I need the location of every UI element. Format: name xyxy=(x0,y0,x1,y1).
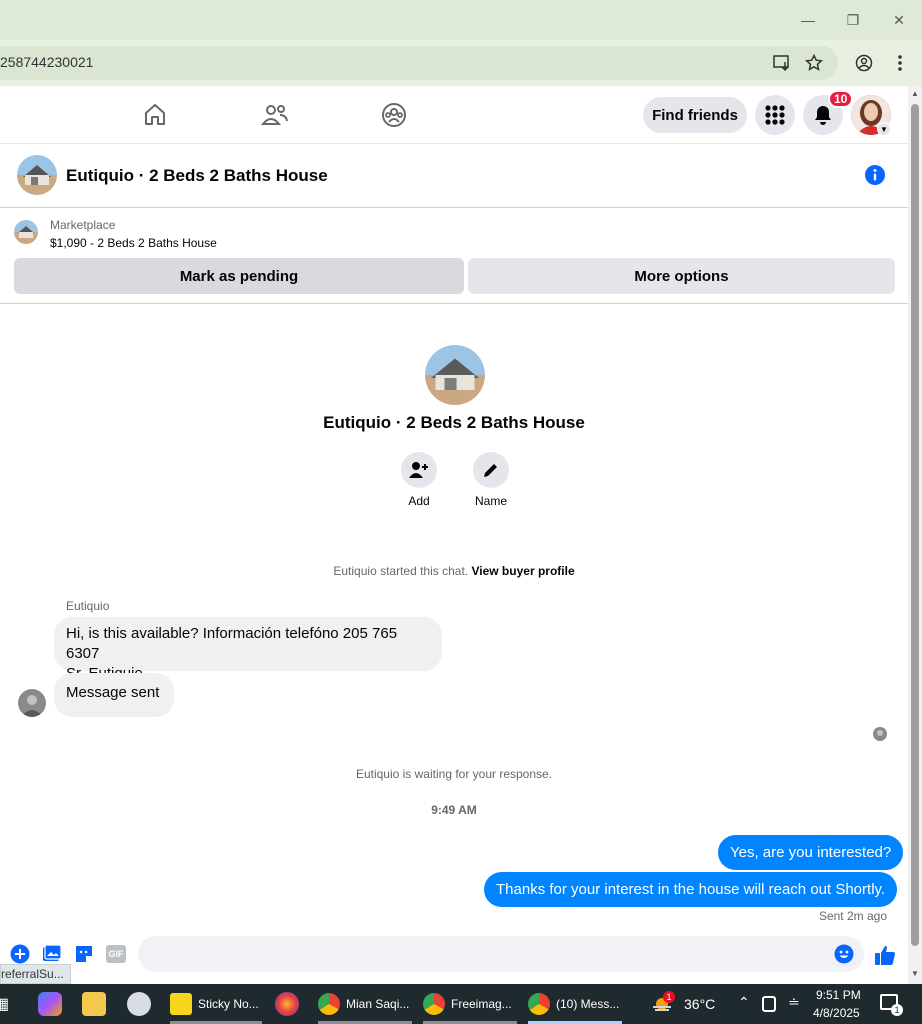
copilot-icon[interactable] xyxy=(38,992,62,1016)
status-bar-tooltip: referralSu... xyxy=(0,964,71,984)
emoji-icon[interactable] xyxy=(834,944,854,964)
scroll-up-icon[interactable]: ▲ xyxy=(911,90,919,98)
chrome-icon xyxy=(528,993,550,1015)
clock-date[interactable]: 4/8/2025 xyxy=(813,1006,860,1020)
url-field[interactable] xyxy=(0,46,838,80)
install-app-icon[interactable] xyxy=(770,51,794,75)
sent-status: Sent 2m ago xyxy=(818,909,887,923)
bell-icon xyxy=(815,106,831,125)
mark-as-pending-button[interactable]: Mark as pending xyxy=(14,258,464,294)
incoming-message[interactable]: Hi, is this available? Información telef… xyxy=(54,617,442,682)
sender-name: Eutiquio xyxy=(66,599,110,613)
name-label: Name xyxy=(474,494,507,508)
taskbar-app-chrome-3[interactable]: (10) Mess... xyxy=(528,984,622,1024)
chat-title[interactable]: Eutiquio · 2 Beds 2 Baths House xyxy=(66,166,328,186)
taskbar-app-sticky-notes[interactable]: Sticky No... xyxy=(170,984,262,1024)
plus-circle-icon[interactable] xyxy=(10,944,30,964)
chat-started-notice: Eutiquio started this chat. View buyer p… xyxy=(333,564,575,578)
chrome-icon xyxy=(318,993,340,1015)
sticky-notes-icon xyxy=(170,993,192,1015)
photo-icon[interactable] xyxy=(42,944,62,964)
clock-time[interactable]: 9:51 PM xyxy=(816,988,861,1002)
grid-icon xyxy=(765,105,785,125)
chat-avatar[interactable] xyxy=(17,155,57,195)
close-icon[interactable]: ✕ xyxy=(884,8,914,32)
thumbs-up-icon[interactable] xyxy=(874,944,896,966)
windows-taskbar: ▦ Sticky No... Mian Saqi... Freeimag... … xyxy=(0,984,922,1024)
file-explorer-icon[interactable] xyxy=(82,992,106,1016)
weather-temperature[interactable]: 36°C xyxy=(684,996,715,1012)
outgoing-message[interactable]: Thanks for your interest in the house wi… xyxy=(484,872,898,907)
add-person-icon xyxy=(409,462,428,478)
chrome-icon xyxy=(423,993,445,1015)
firefox-icon[interactable] xyxy=(275,992,299,1016)
notification-badge: 10 xyxy=(828,90,854,108)
widgets-icon[interactable]: ▦ xyxy=(0,994,10,1018)
listing-title[interactable]: $1,090 - 2 Beds 2 Baths House xyxy=(50,236,217,250)
window-titlebar: — ❐ ✕ xyxy=(0,0,922,40)
scroll-down-icon[interactable]: ▼ xyxy=(911,970,919,978)
view-buyer-profile-link[interactable]: View buyer profile xyxy=(471,564,574,578)
restore-icon[interactable]: ❐ xyxy=(838,8,868,32)
page-scrollbar[interactable]: ▲ ▼ xyxy=(908,86,922,984)
message-timestamp: 9:49 AM xyxy=(431,803,477,817)
profile-icon[interactable] xyxy=(852,51,876,75)
wifi-icon[interactable]: ≐ xyxy=(788,994,800,1011)
sender-avatar[interactable] xyxy=(18,689,46,717)
menu-grid-button[interactable] xyxy=(755,95,795,135)
notification-center-badge: 1 xyxy=(891,1004,903,1016)
more-menu-icon[interactable] xyxy=(888,51,912,75)
gif-icon[interactable]: GIF xyxy=(106,944,126,964)
minimize-icon[interactable]: — xyxy=(793,8,823,32)
taskbar-app-chrome-1[interactable]: Mian Saqi... xyxy=(318,984,412,1024)
groups-icon[interactable] xyxy=(379,100,409,130)
friends-icon[interactable] xyxy=(260,100,290,130)
read-receipt-avatar xyxy=(873,727,887,741)
outgoing-message[interactable]: Yes, are you interested? xyxy=(718,835,904,870)
weather-badge: 1 xyxy=(663,991,675,1003)
bookmark-star-icon[interactable] xyxy=(802,51,826,75)
marketplace-label: Marketplace xyxy=(50,218,116,232)
add-label: Add xyxy=(408,494,430,508)
url-text[interactable]: 258744230021 xyxy=(0,54,93,70)
facebook-top-nav: Find friends 10 ▼ xyxy=(0,86,908,144)
chat-header: Eutiquio · 2 Beds 2 Baths House xyxy=(0,144,908,208)
tray-device-icon[interactable] xyxy=(762,996,776,1012)
paint-icon[interactable] xyxy=(127,992,151,1016)
address-bar: 258744230021 xyxy=(0,40,922,86)
incoming-message[interactable]: Message sent xyxy=(54,673,174,717)
listing-thumbnail[interactable] xyxy=(14,220,38,244)
conversation-avatar[interactable] xyxy=(425,345,485,405)
account-chevron-down-icon[interactable]: ▼ xyxy=(877,122,891,136)
sticker-icon[interactable] xyxy=(74,944,94,964)
find-friends-button[interactable]: Find friends xyxy=(643,97,747,133)
waiting-notice: Eutiquio is waiting for your response. xyxy=(355,767,553,781)
edit-name-button[interactable]: Name xyxy=(466,452,516,508)
scroll-thumb[interactable] xyxy=(911,104,919,946)
more-options-button[interactable]: More options xyxy=(468,258,895,294)
add-person-button[interactable]: Add xyxy=(394,452,444,508)
message-input[interactable] xyxy=(138,936,864,972)
taskbar-app-chrome-2[interactable]: Freeimag... xyxy=(423,984,517,1024)
tray-chevron-up-icon[interactable]: ⌃ xyxy=(738,994,750,1011)
marketplace-panel: Marketplace $1,090 - 2 Beds 2 Baths Hous… xyxy=(0,208,908,304)
pencil-icon xyxy=(484,464,497,477)
home-icon[interactable] xyxy=(140,100,170,130)
info-icon[interactable] xyxy=(864,164,886,186)
conversation-name: Eutiquio · 2 Beds 2 Baths House xyxy=(323,413,585,432)
